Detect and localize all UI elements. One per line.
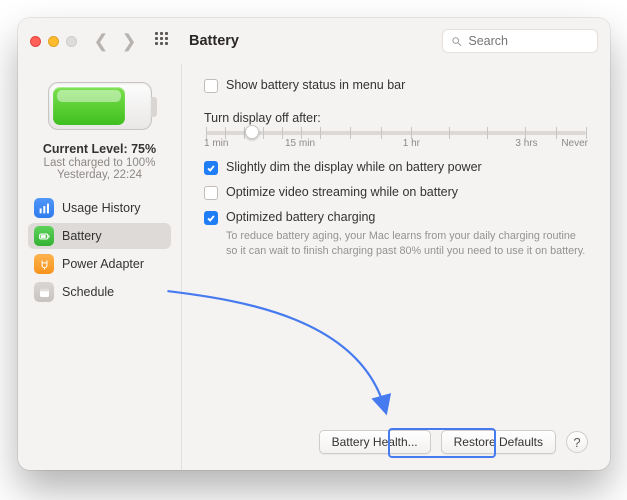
search-input[interactable] bbox=[468, 34, 589, 48]
slider-thumb[interactable] bbox=[245, 125, 259, 139]
sidebar-item-label: Battery bbox=[62, 229, 102, 243]
dim-display-label: Slightly dim the display while on batter… bbox=[226, 160, 482, 174]
last-charged-time: Yesterday, 22:24 bbox=[28, 169, 171, 181]
plug-icon bbox=[34, 254, 54, 274]
optimized-charging-label: Optimized battery charging bbox=[226, 210, 375, 224]
dim-display-checkbox[interactable] bbox=[204, 161, 218, 175]
calendar-icon bbox=[34, 282, 54, 302]
zoom-window-button bbox=[66, 36, 77, 47]
close-window-button[interactable] bbox=[30, 36, 41, 47]
toolbar: ❮ ❯ Battery bbox=[18, 18, 610, 64]
battery-graphic bbox=[28, 82, 171, 130]
battery-status: Current Level: 75% Last charged to 100% … bbox=[28, 142, 171, 181]
forward-button: ❯ bbox=[119, 32, 139, 50]
search-field[interactable] bbox=[442, 29, 598, 53]
sidebar: Current Level: 75% Last charged to 100% … bbox=[18, 64, 182, 470]
window-title: Battery bbox=[189, 33, 239, 49]
main-panel: Show battery status in menu bar Turn dis… bbox=[182, 64, 610, 470]
sidebar-item-label: Power Adapter bbox=[62, 257, 144, 271]
sidebar-item-label: Schedule bbox=[62, 285, 114, 299]
current-level-label: Current Level: 75% bbox=[28, 142, 171, 156]
sidebar-item-schedule[interactable]: Schedule bbox=[28, 279, 171, 305]
last-charged-label: Last charged to 100% bbox=[28, 157, 171, 169]
turn-display-off-label: Turn display off after: bbox=[204, 111, 588, 125]
battery-health-button[interactable]: Battery Health... bbox=[319, 430, 431, 454]
optimized-charging-helper: To reduce battery aging, your Mac learns… bbox=[226, 229, 588, 258]
back-button[interactable]: ❮ bbox=[91, 32, 111, 50]
show-status-label: Show battery status in menu bar bbox=[226, 78, 405, 92]
chart-icon bbox=[34, 198, 54, 218]
show-status-checkbox[interactable] bbox=[204, 79, 218, 93]
sidebar-item-label: Usage History bbox=[62, 201, 141, 215]
footer-buttons: Battery Health... Restore Defaults ? bbox=[319, 430, 588, 454]
slider-tick-labels: 1 min 15 min 1 hr 3 hrs Never bbox=[204, 138, 588, 152]
show-all-button[interactable] bbox=[155, 32, 173, 50]
help-button[interactable]: ? bbox=[566, 431, 588, 453]
optimized-charging-checkbox[interactable] bbox=[204, 211, 218, 225]
restore-defaults-button[interactable]: Restore Defaults bbox=[441, 430, 556, 454]
display-off-slider[interactable] bbox=[206, 131, 586, 135]
traffic-lights bbox=[30, 36, 77, 47]
battery-icon bbox=[34, 226, 54, 246]
minimize-window-button[interactable] bbox=[48, 36, 59, 47]
optimize-video-label: Optimize video streaming while on batter… bbox=[226, 185, 458, 199]
preferences-window: ❮ ❯ Battery Current Level: 75% Last char… bbox=[18, 18, 610, 470]
sidebar-nav: Usage History Battery Power Adapter bbox=[28, 195, 171, 305]
sidebar-item-power-adapter[interactable]: Power Adapter bbox=[28, 251, 171, 277]
optimize-video-checkbox[interactable] bbox=[204, 186, 218, 200]
sidebar-item-usage-history[interactable]: Usage History bbox=[28, 195, 171, 221]
sidebar-item-battery[interactable]: Battery bbox=[28, 223, 171, 249]
search-icon bbox=[451, 35, 462, 48]
